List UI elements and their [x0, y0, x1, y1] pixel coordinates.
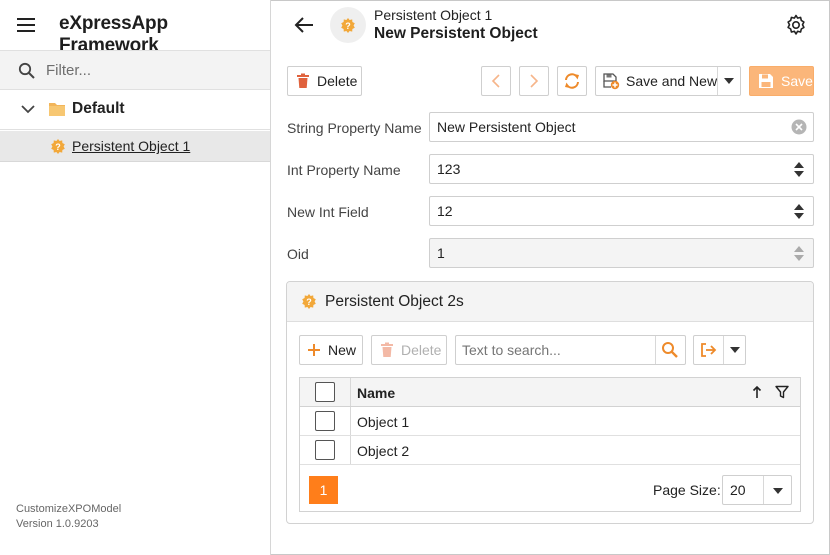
delete-button[interactable]: Delete: [287, 66, 362, 96]
chevron-right-icon: [530, 74, 539, 88]
back-arrow-icon[interactable]: [293, 14, 315, 36]
new-int-field-spinner[interactable]: [785, 197, 813, 225]
grid-pager: 1 Page Size: 20: [300, 465, 800, 511]
version-info: CustomizeXPOModel Version 1.0.9203: [16, 502, 121, 532]
filter-icon[interactable]: [775, 385, 789, 399]
gear-icon[interactable]: [785, 14, 807, 36]
svg-text:?: ?: [345, 21, 351, 31]
refresh-icon: [565, 73, 579, 89]
int-property-input[interactable]: 123: [429, 154, 814, 184]
field-label-new-int-field: New Int Field: [287, 204, 369, 220]
navigation-filter: [0, 50, 270, 90]
svg-text:?: ?: [55, 142, 61, 152]
nav-item-label: Persistent Object 1: [72, 138, 191, 154]
folder-icon: [49, 103, 65, 116]
sort-ascending-icon[interactable]: [752, 385, 762, 399]
svg-text:?: ?: [306, 297, 312, 307]
app-header: eXpressApp Framework: [0, 0, 270, 56]
save-and-new-label: Save and New: [626, 73, 718, 89]
new-int-field-input[interactable]: 12: [429, 196, 814, 226]
save-and-new-dropdown-icon[interactable]: [718, 67, 740, 95]
app-name-text: CustomizeXPOModel: [16, 503, 122, 515]
page-size-value: 20: [730, 482, 746, 498]
trash-icon: [381, 342, 393, 357]
save-and-new-button[interactable]: Save and New: [595, 66, 741, 96]
oid-input: 1: [429, 238, 814, 268]
object-avatar: ?: [330, 7, 366, 43]
new-int-field-value: 12: [437, 203, 453, 219]
clear-icon[interactable]: [791, 119, 807, 135]
field-label-oid: Oid: [287, 246, 309, 262]
floppy-disk-icon: [759, 74, 773, 88]
next-object-button[interactable]: [519, 66, 549, 96]
persistent-object-2s-panel: ? Persistent Object 2s New Delete Text t…: [286, 281, 814, 524]
detail-view-header: ? Persistent Object 1 New Persistent Obj…: [271, 0, 829, 50]
panel-header: ? Persistent Object 2s: [287, 282, 813, 322]
oid-value: 1: [437, 245, 445, 261]
objects-grid: Name Object 1 Object 2 1 Page Size: 20: [299, 377, 801, 512]
oid-spinner: [785, 239, 813, 267]
chevron-down-icon: [21, 105, 35, 114]
row-checkbox[interactable]: [315, 440, 335, 460]
select-all-checkbox[interactable]: [315, 382, 335, 402]
search-icon[interactable]: [661, 341, 679, 359]
field-label-string-property: String Property Name: [287, 120, 422, 136]
save-button-label: Save: [781, 73, 813, 89]
panel-title: Persistent Object 2s: [325, 293, 464, 310]
business-object-icon: ?: [51, 139, 65, 154]
search-input[interactable]: [462, 341, 652, 359]
table-row[interactable]: Object 2: [300, 436, 800, 465]
nested-delete-label: Delete: [401, 342, 442, 358]
delete-button-label: Delete: [317, 73, 358, 89]
nested-delete-button[interactable]: Delete: [371, 335, 447, 365]
chevron-left-icon: [491, 74, 500, 88]
table-row[interactable]: Object 1: [300, 407, 800, 436]
int-property-value: 123: [437, 161, 461, 177]
business-object-icon: ?: [302, 294, 316, 309]
nav-item-persistent-object-1[interactable]: ? Persistent Object 1: [0, 131, 270, 162]
new-button-label: New: [328, 342, 357, 358]
column-header-name[interactable]: Name: [357, 385, 395, 401]
view-title: New Persistent Object: [374, 25, 538, 42]
hamburger-menu-icon[interactable]: [16, 15, 36, 35]
export-button[interactable]: [693, 335, 746, 365]
search-icon: [18, 62, 35, 79]
page-button-1[interactable]: 1: [309, 476, 338, 504]
previous-object-button[interactable]: [481, 66, 511, 96]
navigation-pane: eXpressApp Framework Default ? Persisten…: [0, 0, 271, 555]
export-dropdown-icon[interactable]: [724, 336, 746, 364]
chevron-down-icon: [773, 488, 783, 494]
refresh-button[interactable]: [557, 66, 587, 96]
page-size-select[interactable]: 20: [722, 475, 792, 505]
view-caption: Persistent Object 1: [374, 7, 493, 23]
row-name-cell: Object 2: [357, 443, 410, 459]
filter-input[interactable]: [46, 59, 256, 81]
row-checkbox[interactable]: [315, 411, 335, 431]
string-property-value: New Persistent Object: [437, 119, 576, 135]
plus-icon: [308, 344, 320, 356]
save-and-new-icon: [603, 73, 620, 90]
nav-group-default[interactable]: Default: [0, 90, 270, 130]
trash-icon: [297, 73, 309, 88]
save-button[interactable]: Save: [749, 66, 814, 96]
field-label-int-property: Int Property Name: [287, 162, 401, 178]
version-text: Version 1.0.9203: [16, 518, 99, 530]
string-property-input[interactable]: New Persistent Object: [429, 112, 814, 142]
export-icon: [701, 343, 717, 357]
search-box: [455, 335, 686, 365]
page-size-label: Page Size:: [653, 482, 721, 498]
int-property-spinner[interactable]: [785, 155, 813, 183]
business-object-icon: ?: [341, 18, 355, 33]
new-button[interactable]: New: [299, 335, 363, 365]
grid-header: Name: [300, 378, 800, 407]
nav-group-label: Default: [72, 100, 125, 117]
row-name-cell: Object 1: [357, 414, 410, 430]
